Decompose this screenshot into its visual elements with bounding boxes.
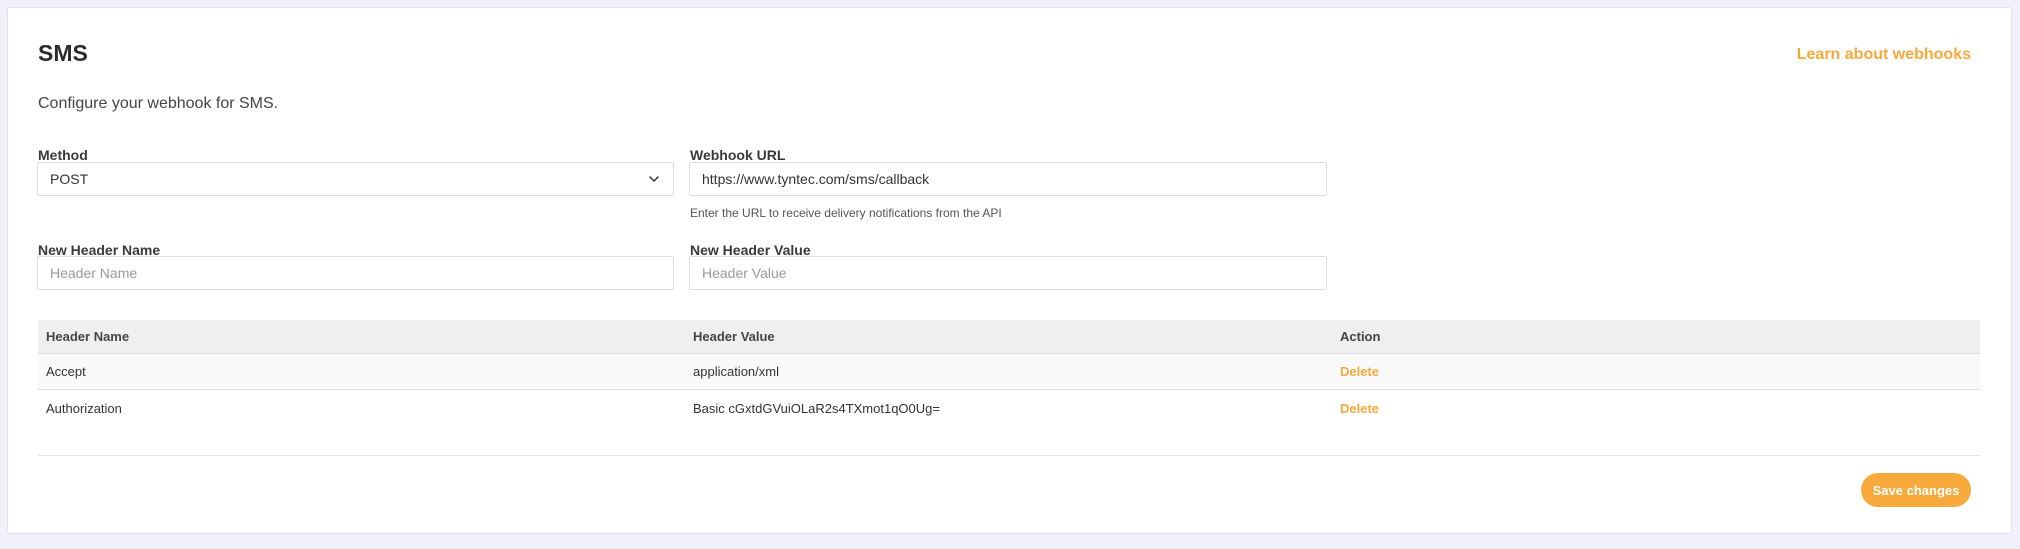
row-header-name: Accept xyxy=(46,364,86,379)
table-row: Authorization Basic cGxtdGVuiOLaR2s4TXmo… xyxy=(38,390,1980,426)
webhook-url-help: Enter the URL to receive delivery notifi… xyxy=(690,206,1002,220)
save-changes-button[interactable]: Save changes xyxy=(1861,473,1971,507)
row-header-value: Basic cGxtdGVuiOLaR2s4TXmot1qO0Ug= xyxy=(693,400,940,416)
page-subtitle: Configure your webhook for SMS. xyxy=(38,95,279,112)
method-select[interactable]: POST xyxy=(37,162,674,196)
table-row: Accept application/xml Delete xyxy=(38,354,1980,390)
table-header-row: Header Name Header Value Action xyxy=(38,320,1980,354)
learn-about-webhooks-link[interactable]: Learn about webhooks xyxy=(1797,46,1971,64)
new-header-value-input[interactable] xyxy=(689,256,1327,290)
row-action-cell: Delete xyxy=(1332,401,1980,416)
chevron-down-icon xyxy=(649,176,659,182)
row-header-value: application/xml xyxy=(693,364,779,379)
column-header-name: Header Name xyxy=(46,329,130,344)
page-title: SMS xyxy=(38,40,88,66)
method-label: Method xyxy=(38,147,88,163)
sms-webhook-card: SMS Learn about webhooks Configure your … xyxy=(7,7,2012,534)
new-header-name-input[interactable] xyxy=(37,256,674,290)
headers-table: Header Name Header Value Action Accept a… xyxy=(38,320,1980,426)
row-header-name: Authorization xyxy=(46,400,122,416)
delete-button[interactable]: Delete xyxy=(1340,364,1379,379)
method-selected-value: POST xyxy=(50,171,89,187)
webhook-url-label: Webhook URL xyxy=(690,147,786,163)
row-action-cell: Delete xyxy=(1332,364,1980,379)
column-header-value: Header Value xyxy=(693,329,775,344)
footer-divider xyxy=(38,455,1980,456)
column-action: Action xyxy=(1340,329,1381,344)
webhook-url-input[interactable] xyxy=(689,162,1327,196)
delete-button[interactable]: Delete xyxy=(1340,401,1379,416)
